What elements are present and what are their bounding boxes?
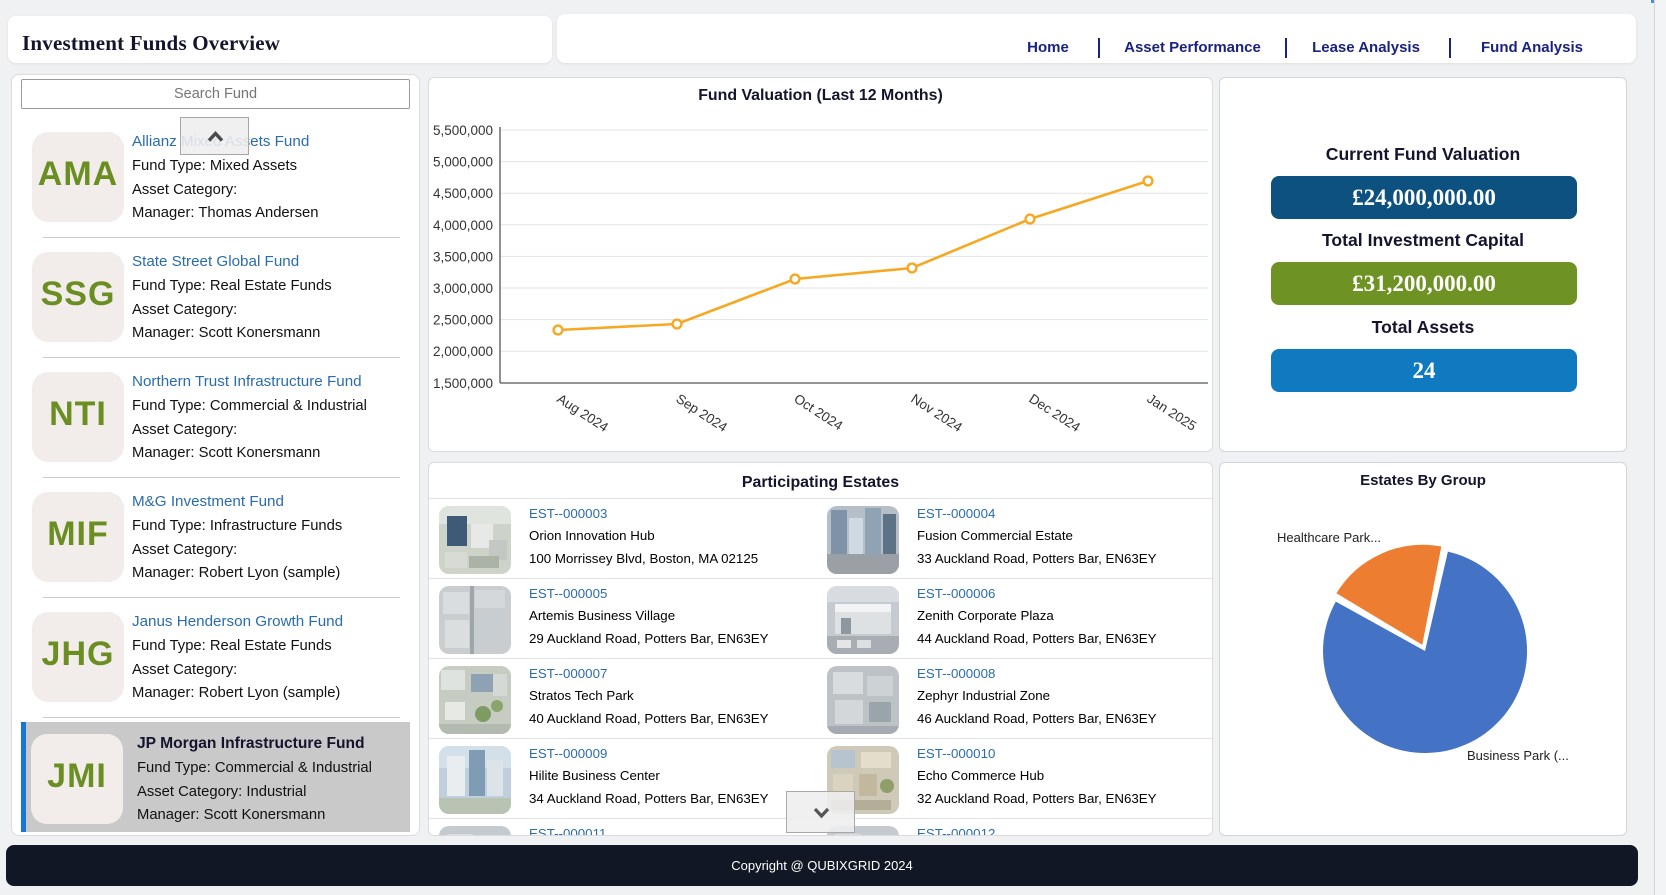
- svg-text:5,500,000: 5,500,000: [433, 123, 493, 138]
- svg-text:3,000,000: 3,000,000: [433, 281, 493, 296]
- svg-text:4,500,000: 4,500,000: [433, 186, 493, 201]
- svg-text:2,000,000: 2,000,000: [433, 344, 493, 359]
- svg-text:Dec 2024: Dec 2024: [1026, 391, 1083, 435]
- svg-text:Sep 2024: Sep 2024: [673, 391, 730, 435]
- svg-text:4,000,000: 4,000,000: [433, 218, 493, 233]
- svg-text:Nov 2024: Nov 2024: [908, 391, 965, 435]
- svg-text:3,500,000: 3,500,000: [433, 249, 493, 264]
- svg-text:2,500,000: 2,500,000: [433, 313, 493, 328]
- svg-text:Aug 2024: Aug 2024: [554, 391, 611, 435]
- svg-text:Oct 2024: Oct 2024: [791, 391, 846, 434]
- svg-text:1,500,000: 1,500,000: [433, 376, 493, 391]
- svg-text:5,000,000: 5,000,000: [433, 155, 493, 170]
- svg-text:Jan 2025: Jan 2025: [1144, 391, 1199, 434]
